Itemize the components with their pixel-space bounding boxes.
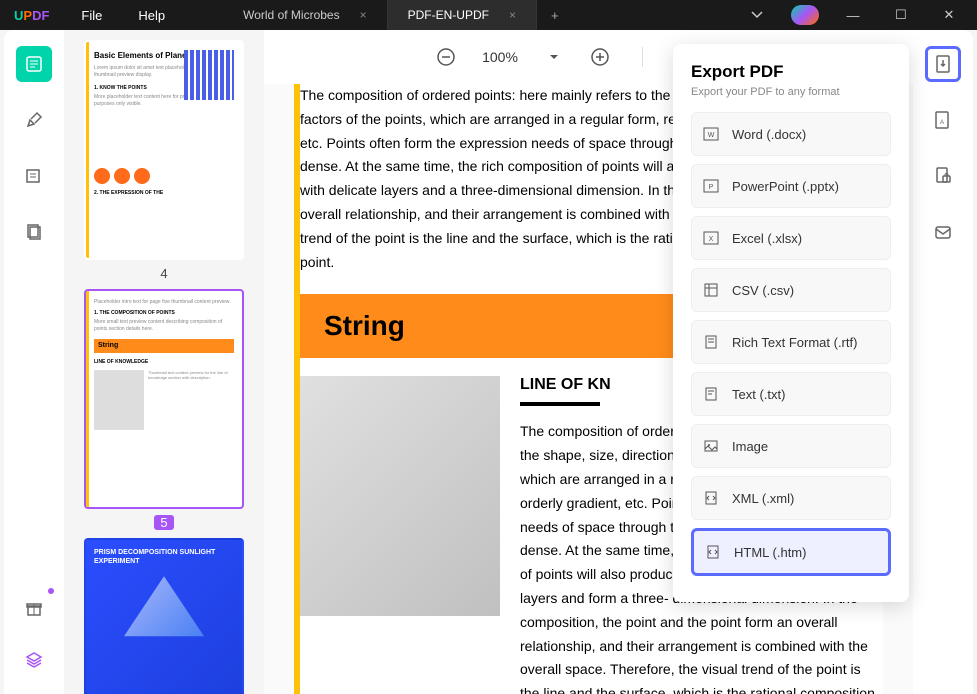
sidebar-left: [4, 30, 64, 694]
maximize-button[interactable]: ☐: [881, 0, 921, 30]
export-powerpoint[interactable]: P PowerPoint (.pptx): [691, 164, 891, 208]
svg-text:X: X: [709, 236, 714, 243]
thumb-title: PRISM DECOMPOSITION SUNLIGHT EXPERIMENT: [94, 548, 234, 566]
zoom-level: 100%: [478, 49, 522, 65]
export-xml[interactable]: XML (.xml): [691, 476, 891, 520]
export-label: Word (.docx): [732, 127, 806, 142]
gift-icon[interactable]: [16, 590, 52, 626]
export-button[interactable]: [925, 46, 961, 82]
ai-assistant-icon[interactable]: [785, 0, 825, 30]
tab-pdf-en-updf[interactable]: PDF-EN-UPDF ×: [388, 0, 537, 30]
zoom-out-button[interactable]: [432, 43, 460, 71]
tabs: World of Microbes × PDF-EN-UPDF × +: [223, 0, 572, 30]
export-label: CSV (.csv): [732, 283, 794, 298]
close-button[interactable]: ✕: [929, 0, 969, 30]
thumb-number: 5: [154, 515, 174, 530]
thumbnail-page-4[interactable]: Basic Elements of Plane Space Lorem ipsu…: [84, 40, 244, 281]
menu-help[interactable]: Help: [120, 8, 183, 23]
word-icon: W: [702, 125, 720, 143]
thumb-sub: 2. THE EXPRESSION OF THE: [94, 190, 234, 197]
sidebar-right: A: [913, 30, 973, 694]
export-label: Rich Text Format (.rtf): [732, 335, 857, 350]
close-icon[interactable]: ×: [509, 8, 516, 22]
protect-icon[interactable]: [925, 158, 961, 194]
chevron-down-icon[interactable]: [737, 0, 777, 30]
thumb-string: String: [94, 339, 234, 353]
export-label: HTML (.htm): [734, 545, 806, 560]
tab-label: World of Microbes: [243, 8, 339, 22]
edit-button[interactable]: [16, 158, 52, 194]
export-html[interactable]: HTML (.htm): [691, 528, 891, 576]
export-csv[interactable]: CSV (.csv): [691, 268, 891, 312]
titlebar: UPDF File Help World of Microbes × PDF-E…: [0, 0, 977, 30]
reader-mode-button[interactable]: [16, 46, 52, 82]
thumbnail-panel: Basic Elements of Plane Space Lorem ipsu…: [64, 30, 264, 694]
image-icon: [702, 437, 720, 455]
export-word[interactable]: W Word (.docx): [691, 112, 891, 156]
thumbnail-page-5[interactable]: Placeholder intro text for page five thu…: [84, 289, 244, 530]
export-label: Excel (.xlsx): [732, 231, 802, 246]
svg-text:A: A: [940, 120, 944, 126]
powerpoint-icon: P: [702, 177, 720, 195]
thumbnail-page-6[interactable]: PRISM DECOMPOSITION SUNLIGHT EXPERIMENT: [84, 538, 244, 694]
rtf-icon: [702, 333, 720, 351]
thumb-line: LINE OF KNOWLEDGE: [94, 359, 234, 366]
zoom-dropdown[interactable]: [540, 43, 568, 71]
export-label: PowerPoint (.pptx): [732, 179, 839, 194]
tab-world-of-microbes[interactable]: World of Microbes ×: [223, 0, 388, 30]
export-subtitle: Export your PDF to any format: [691, 86, 891, 98]
thumb-number: 4: [84, 266, 244, 281]
close-icon[interactable]: ×: [360, 8, 367, 22]
pdf-a-icon[interactable]: A: [925, 102, 961, 138]
add-tab-button[interactable]: +: [537, 0, 573, 30]
text-icon: [702, 385, 720, 403]
share-icon[interactable]: [925, 214, 961, 250]
export-label: Image: [732, 439, 768, 454]
export-label: Text (.txt): [732, 387, 785, 402]
architecture-image: [300, 376, 500, 616]
export-txt[interactable]: Text (.txt): [691, 372, 891, 416]
export-image[interactable]: Image: [691, 424, 891, 468]
organize-button[interactable]: [16, 214, 52, 250]
app-logo: UPDF: [0, 8, 63, 23]
layers-icon[interactable]: [16, 642, 52, 678]
html-icon: [704, 543, 722, 561]
minimize-button[interactable]: —: [833, 0, 873, 30]
export-excel[interactable]: X Excel (.xlsx): [691, 216, 891, 260]
zoom-in-button[interactable]: [586, 43, 614, 71]
menu-file[interactable]: File: [63, 8, 120, 23]
svg-text:W: W: [708, 132, 715, 139]
export-label: XML (.xml): [732, 491, 794, 506]
excel-icon: X: [702, 229, 720, 247]
csv-icon: [702, 281, 720, 299]
xml-icon: [702, 489, 720, 507]
export-title: Export PDF: [691, 62, 891, 82]
svg-text:P: P: [709, 184, 714, 191]
export-panel: Export PDF Export your PDF to any format…: [673, 44, 909, 602]
tab-label: PDF-EN-UPDF: [408, 8, 489, 22]
annotate-button[interactable]: [16, 102, 52, 138]
thumb-sub: 1. THE COMPOSITION OF POINTS: [94, 310, 234, 317]
export-rtf[interactable]: Rich Text Format (.rtf): [691, 320, 891, 364]
